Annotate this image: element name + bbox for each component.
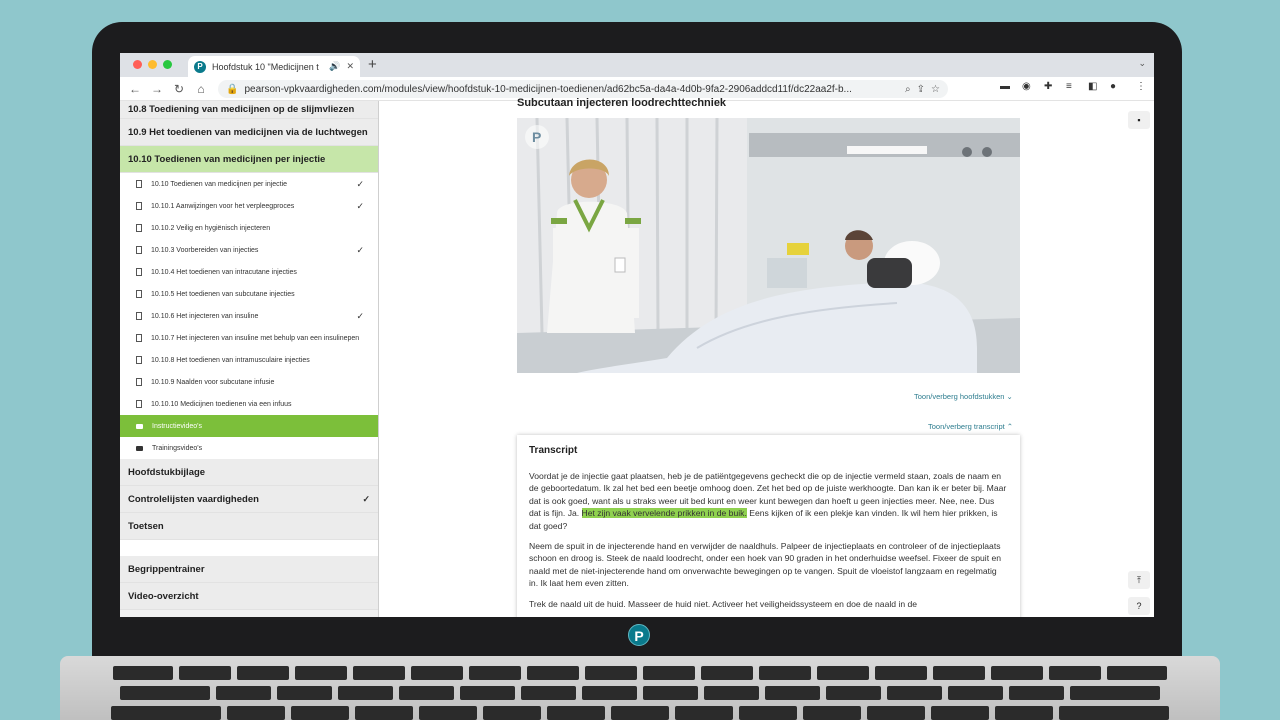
minimize-window-button[interactable] — [148, 60, 157, 69]
section-10-10[interactable]: 10.10 Toedienen van medicijnen per injec… — [120, 146, 378, 173]
document-icon — [136, 202, 142, 210]
sidebar-item[interactable]: 10.10.3 Voorbereiden van injecties ✓ — [120, 239, 378, 261]
url-text[interactable]: pearson-vpkvaardigheden.com/modules/view… — [244, 84, 899, 95]
home-icon[interactable]: ⌂ — [190, 82, 212, 96]
section-10-9[interactable]: 10.9 Het toedienen van medicijnen via de… — [120, 119, 378, 146]
puzzle-icon[interactable]: ✚ — [1044, 81, 1052, 92]
sidebar-item[interactable]: 10.10.2 Veilig en hygiënisch injecteren — [120, 217, 378, 239]
section-toetsen[interactable]: Toetsen — [120, 513, 378, 540]
profile-avatar[interactable]: ● — [1110, 81, 1116, 92]
document-icon — [136, 246, 142, 254]
favicon-icon: P — [194, 60, 206, 73]
sidebar-item[interactable]: 10.10.5 Het toedienen van subcutane inje… — [120, 283, 378, 305]
lock-icon[interactable]: 🔒 — [226, 84, 238, 95]
document-icon — [136, 290, 142, 298]
close-window-button[interactable] — [133, 60, 142, 69]
sidebar-item[interactable]: 10.10.6 Het injecteren van insuline ✓ — [120, 305, 378, 327]
document-icon — [136, 312, 142, 320]
browser-tab[interactable]: P Hoofdstuk 10 "Medicijnen t 🔊 ✕ — [188, 56, 360, 77]
extension-circle-icon[interactable]: ◉ — [1022, 81, 1031, 92]
browser-tab-bar: P Hoofdstuk 10 "Medicijnen t 🔊 ✕ + ⌄ — [120, 53, 1154, 77]
document-icon — [136, 224, 142, 232]
laptop-keyboard — [60, 656, 1220, 720]
sidebar-item-trainingsvideos[interactable]: Trainingsvideo's — [120, 437, 378, 459]
reload-icon[interactable]: ↻ — [168, 82, 190, 96]
video-frame[interactable]: P — [517, 118, 1020, 373]
sidebar-item[interactable]: 10.10.4 Het toedienen van intracutane in… — [120, 261, 378, 283]
pearson-logo-icon: P — [628, 624, 650, 646]
checkmark-icon: ✓ — [356, 178, 364, 189]
speaker-icon[interactable]: 🔊 — [329, 61, 340, 72]
new-tab-button[interactable]: + — [368, 56, 377, 73]
tab-search-chevron-icon[interactable]: ⌄ — [1138, 58, 1146, 69]
section-begrippentrainer[interactable]: Begrippentrainer — [120, 556, 378, 583]
transcript-paragraph: Neem de spuit in de injecterende hand en… — [529, 541, 1002, 589]
back-icon[interactable]: ← — [124, 82, 146, 96]
transcript-paragraph: Trek de naald uit de huid. Masseer de hu… — [529, 598, 918, 609]
section-video-overzicht[interactable]: Video-overzicht — [120, 583, 378, 610]
checkmark-icon: ✓ — [356, 244, 364, 255]
side-panel-icon[interactable]: ◧ — [1088, 81, 1097, 92]
checkmark-icon: ✓ — [362, 493, 370, 504]
video-title: Subcutaan injecteren loodrechttechniek — [517, 97, 727, 109]
bookmark-star-icon[interactable]: ☆ — [931, 84, 940, 95]
screen: P Hoofdstuk 10 "Medicijnen t 🔊 ✕ + ⌄ ← →… — [120, 53, 1154, 617]
zoom-icon[interactable]: ⌕ — [905, 84, 911, 95]
address-bar[interactable]: 🔒 pearson-vpkvaardigheden.com/modules/vi… — [218, 80, 948, 98]
notes-icon[interactable]: ▪ — [1128, 111, 1150, 129]
toggle-chapters-link[interactable]: Toon/verberg hoofdstukken ⌄ — [914, 392, 1013, 401]
maximize-window-button[interactable] — [163, 60, 172, 69]
extension-icon[interactable]: ▬ — [1000, 81, 1010, 92]
checkmark-icon: ✓ — [356, 200, 364, 211]
toggle-transcript-link[interactable]: Toon/verberg transcript ⌃ — [928, 422, 1013, 431]
section-10-8[interactable]: 10.8 Toediening van medicijnen op de sli… — [120, 101, 378, 119]
sidebar-item[interactable]: 10.10.10 Medicijnen toedienen via een in… — [120, 393, 378, 415]
highlighted-text[interactable]: Het zijn vaak vervelende prikken in de b… — [581, 508, 747, 519]
section-controlelijsten[interactable]: Controlelijsten vaardigheden ✓ — [120, 486, 378, 513]
section-hoofdstukbijlage[interactable]: Hoofdstukbijlage — [120, 459, 378, 486]
transcript-panel: Transcript Voordat je de injectie gaat p… — [517, 435, 1020, 617]
help-icon[interactable]: ? — [1128, 597, 1150, 615]
transcript-title: Transcript — [529, 445, 578, 456]
menu-icon[interactable]: ⋮ — [1136, 81, 1146, 92]
sidebar-item[interactable]: 10.10.9 Naalden voor subcutane infusie — [120, 371, 378, 393]
document-icon — [136, 356, 142, 364]
share-icon[interactable]: ⇪ — [917, 84, 925, 95]
document-icon — [136, 378, 142, 386]
transcript-paragraph: Voordat je de injectie gaat plaatsen, he… — [529, 471, 1007, 531]
forward-icon[interactable]: → — [146, 82, 168, 96]
video-player[interactable]: P — [517, 118, 1020, 373]
close-tab-icon[interactable]: ✕ — [346, 61, 354, 72]
sidebar-item[interactable]: 10.10.7 Het injecteren van insuline met … — [120, 327, 378, 349]
document-icon — [136, 400, 142, 408]
video-icon — [136, 423, 143, 429]
document-icon — [136, 180, 142, 188]
sidebar-item[interactable]: 10.10.1 Aanwijzingen voor het verpleegpr… — [120, 195, 378, 217]
svg-text:P: P — [532, 129, 541, 145]
checkmark-icon: ✓ — [356, 310, 364, 321]
sidebar-item-instructievideos[interactable]: Instructievideo's — [120, 415, 378, 437]
document-icon — [136, 334, 142, 342]
document-icon — [136, 268, 142, 276]
tab-title: Hoofdstuk 10 "Medicijnen t — [212, 61, 319, 72]
main-content: Subcutaan injecteren loodrechttechniek P… — [380, 97, 1154, 617]
scroll-top-icon[interactable]: ⤒ — [1128, 571, 1150, 589]
chapter-navigation: 10.8 Toediening van medicijnen op de sli… — [120, 101, 379, 617]
reading-list-icon[interactable]: ≡ — [1066, 81, 1072, 92]
video-icon — [136, 445, 143, 451]
sidebar-spacer — [120, 540, 378, 556]
sidebar-item[interactable]: 10.10 Toedienen van medicijnen per injec… — [120, 173, 378, 195]
window-controls — [133, 60, 172, 69]
sidebar-item[interactable]: 10.10.8 Het toedienen van intramusculair… — [120, 349, 378, 371]
